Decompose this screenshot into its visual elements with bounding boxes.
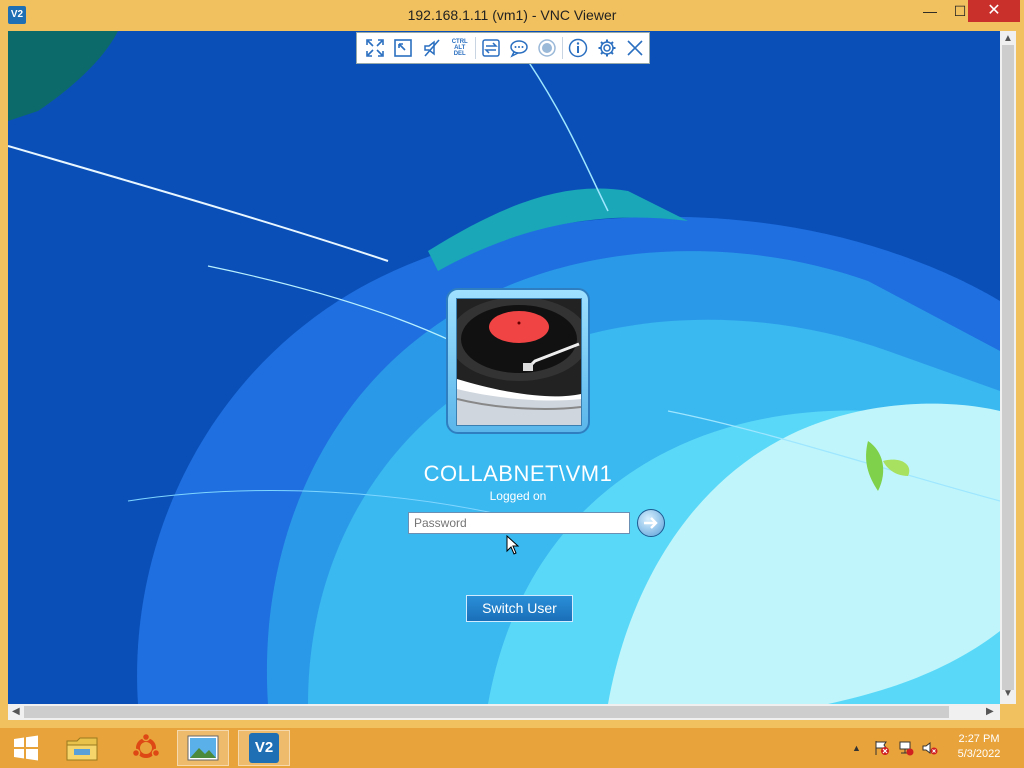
toolbar-separator: [474, 37, 476, 59]
vnc-toolbar: CTRL ALT DEL: [356, 32, 650, 64]
remote-desktop-view[interactable]: CTRL ALT DEL COLLABNET\VM1 Logged on Pas…: [8, 31, 1000, 704]
ubuntu-icon[interactable]: [120, 730, 172, 766]
show-hidden-icons-button[interactable]: ▲: [852, 743, 861, 753]
clock-date: 5/3/2022: [957, 748, 1001, 760]
chat-icon[interactable]: [505, 34, 533, 62]
action-center-flag-icon[interactable]: [874, 740, 890, 756]
logon-status: Logged on: [489, 489, 547, 503]
del-label: DEL: [453, 51, 466, 57]
system-clock[interactable]: 2:27 PM 5/3/2022: [948, 732, 1010, 762]
title-bar[interactable]: V2 192.168.1.11 (vm1) - VNC Viewer — ☐ ✕: [0, 0, 1024, 30]
info-icon[interactable]: [564, 34, 592, 62]
network-icon[interactable]: [898, 740, 914, 756]
close-connection-icon[interactable]: [621, 34, 649, 62]
switch-user-button[interactable]: Switch User: [466, 595, 573, 622]
volume-muted-icon[interactable]: [922, 740, 938, 756]
minimize-button[interactable]: —: [914, 0, 946, 22]
ctrl-alt-del-button[interactable]: CTRL ALT DEL: [446, 34, 474, 62]
vnc-icon-glyph: V2: [249, 733, 279, 763]
settings-icon[interactable]: [593, 34, 621, 62]
horizontal-scroll-thumb[interactable]: [24, 706, 949, 718]
start-button[interactable]: [0, 730, 52, 766]
user-name: COLLABNET\VM1: [423, 461, 613, 486]
window-title: 192.168.1.11 (vm1) - VNC Viewer: [407, 7, 617, 23]
file-explorer-icon[interactable]: [56, 730, 108, 766]
transfer-files-icon[interactable]: [477, 34, 505, 62]
scroll-left-arrow[interactable]: ◀: [12, 706, 20, 717]
submit-arrow-button[interactable]: [637, 509, 665, 537]
toolbar-separator: [562, 37, 564, 59]
mouse-cursor-icon: [506, 535, 520, 555]
clock-time: 2:27 PM: [958, 733, 1000, 745]
mute-icon[interactable]: [417, 34, 445, 62]
vertical-scroll-thumb[interactable]: [1002, 45, 1014, 690]
taskbar: V2 ▲ 2:27 PM 5/3/2022: [0, 728, 1024, 768]
arrow-right-icon: [644, 517, 658, 529]
scroll-up-arrow[interactable]: ▲: [1003, 33, 1013, 44]
record-icon[interactable]: [533, 34, 561, 62]
turntable-picture: [456, 298, 582, 426]
vertical-scrollbar[interactable]: ▲ ▼: [1000, 31, 1016, 704]
windows-logo-icon: [14, 735, 38, 761]
photos-icon[interactable]: [177, 730, 229, 766]
vnc-viewer-taskbar-icon[interactable]: V2: [238, 730, 290, 766]
user-avatar: [446, 288, 590, 434]
close-button[interactable]: ✕: [968, 0, 1020, 22]
scale-icon[interactable]: [389, 34, 417, 62]
scroll-down-arrow[interactable]: ▼: [1003, 688, 1013, 699]
scroll-right-arrow[interactable]: ▶: [986, 706, 994, 717]
full-screen-icon[interactable]: [361, 34, 389, 62]
horizontal-scrollbar[interactable]: ◀ ▶: [8, 704, 1000, 720]
password-field[interactable]: [408, 512, 630, 534]
vnc-viewer-window: V2 192.168.1.11 (vm1) - VNC Viewer — ☐ ✕: [0, 0, 1024, 728]
